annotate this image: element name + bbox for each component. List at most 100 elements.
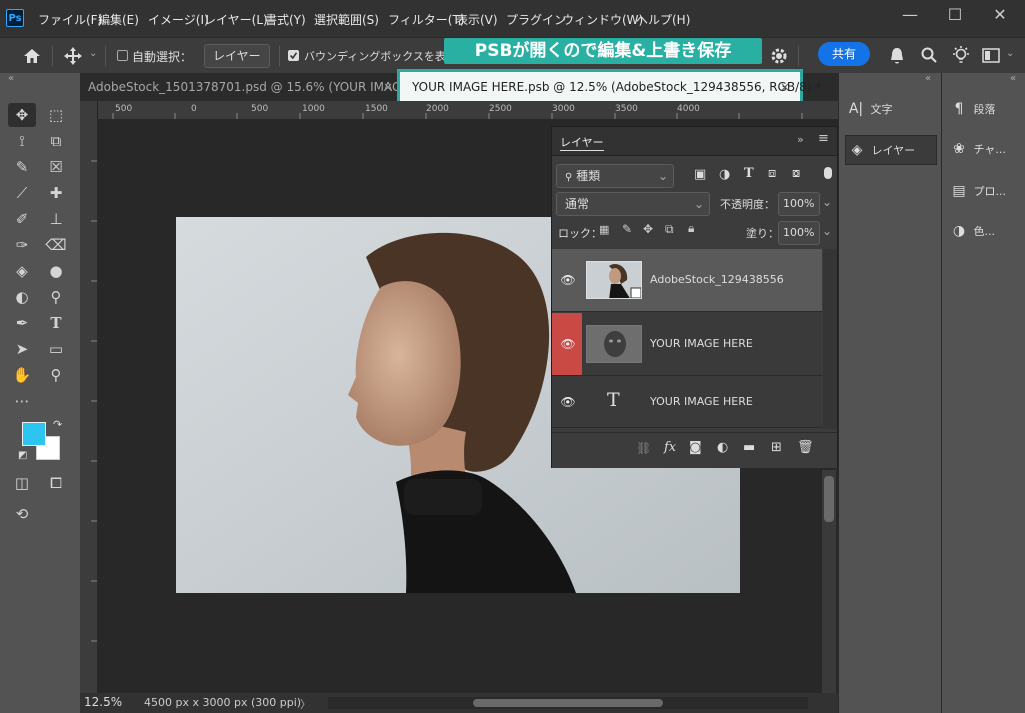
layer-row[interactable]: 👁︎ T YOUR IMAGE HERE <box>552 377 822 428</box>
link-layers-icon[interactable]: ⛓︎ <box>636 441 651 455</box>
home-icon[interactable] <box>22 47 42 65</box>
layer-row[interactable]: 👁︎ AdobeStock_129438556 <box>552 249 822 312</box>
layer-name[interactable]: YOUR IMAGE HERE <box>650 395 753 408</box>
layer-filter-dropdown[interactable]: ⚲ 種類 ⌄ <box>556 164 674 188</box>
menu-type[interactable]: 書式(Y) <box>265 11 306 28</box>
close-tab-icon[interactable]: × <box>383 73 393 101</box>
tab-layers[interactable]: レイヤー <box>560 134 604 151</box>
filter-type-icon[interactable]: T <box>744 166 754 181</box>
paint-bucket-icon[interactable]: ◈ <box>9 260 35 282</box>
zoom-lens-icon[interactable]: ⚲ <box>43 286 69 308</box>
trash-icon[interactable]: 🗑︎ <box>797 440 814 455</box>
visibility-eye-icon[interactable]: 👁︎ <box>560 272 576 288</box>
chevron-down-icon[interactable]: ⌄ <box>1006 48 1014 59</box>
panel-color[interactable]: ◑ 色... <box>948 217 995 245</box>
layer-name[interactable]: AdobeStock_129438556 <box>650 273 784 286</box>
chevron-down-icon[interactable]: ⌄ <box>89 48 97 59</box>
dodge-icon[interactable]: ◐ <box>9 286 35 308</box>
swap-colors-icon[interactable]: ↷ <box>53 418 62 431</box>
brush-icon[interactable]: ✐ <box>9 208 35 230</box>
menu-view[interactable]: 表示(V) <box>456 11 498 28</box>
workspace-switcher-icon[interactable] <box>982 48 1002 64</box>
healing-brush-icon[interactable]: ✚ <box>43 182 69 204</box>
gear-icon[interactable] <box>770 47 788 65</box>
history-brush-icon[interactable]: ✑ <box>9 234 35 256</box>
menu-edit[interactable]: 編集(E) <box>98 11 139 28</box>
more-tools-icon[interactable]: ⋯ <box>9 390 35 412</box>
quick-selection-icon[interactable]: ⧉ <box>43 130 69 152</box>
collapse-panel-icon[interactable]: » <box>797 133 804 146</box>
notification-bell-icon[interactable] <box>888 46 906 66</box>
filter-shape-icon[interactable]: ⧈ <box>768 166 776 181</box>
menu-plugins[interactable]: プラグイン <box>506 11 566 28</box>
adjustment-layer-icon[interactable]: ◐ <box>717 440 728 455</box>
bounding-box-checkbox[interactable] <box>288 50 299 61</box>
panel-paragraph[interactable]: ¶ 段落 <box>948 95 996 123</box>
status-menu-arrow[interactable]: 〉 <box>300 696 311 712</box>
lock-position-icon[interactable]: ✥ <box>643 222 653 236</box>
blur-icon[interactable]: ● <box>43 260 69 282</box>
menu-window[interactable]: ウィンドウ(W) <box>562 11 643 28</box>
pen-icon[interactable]: ✒ <box>9 312 35 334</box>
layer-name[interactable]: YOUR IMAGE HERE <box>650 337 753 350</box>
layers-scrollbar[interactable] <box>823 249 837 429</box>
move-tool-icon[interactable] <box>63 46 83 66</box>
menu-layer[interactable]: レイヤー(L) <box>204 11 268 28</box>
eraser-icon[interactable]: ⌫ <box>43 234 69 256</box>
opacity-input[interactable]: 100% <box>778 192 820 216</box>
close-tab-icon[interactable]: × <box>780 72 790 102</box>
lock-artboard-icon[interactable]: ⧉ <box>665 222 674 237</box>
rectangular-marquee-icon[interactable]: ⬚ <box>43 104 69 126</box>
fx-icon[interactable]: fx <box>664 440 676 455</box>
expand-panels-icon[interactable]: « <box>1010 73 1016 84</box>
tab-your-image-here-psb[interactable]: YOUR IMAGE HERE.psb @ 12.5% (AdobeStock_… <box>397 69 821 105</box>
panel-menu-icon[interactable]: ≡ <box>818 131 829 146</box>
lock-pixels-icon[interactable]: ✎ <box>622 222 632 236</box>
panel-character[interactable]: A| 文字 <box>845 95 937 123</box>
default-colors-icon[interactable]: ◩ <box>18 450 27 461</box>
add-mask-icon[interactable]: ◙ <box>689 440 702 455</box>
edit-toolbar-icon[interactable]: ⟲ <box>9 503 35 525</box>
close-icon[interactable]: ✕ <box>980 4 1020 26</box>
share-button[interactable]: 共有 <box>818 42 870 66</box>
menu-image[interactable]: イメージ(I) <box>148 11 209 28</box>
blend-mode-dropdown[interactable]: 通常 ⌄ <box>556 192 710 216</box>
clone-stamp-icon[interactable]: ⊥ <box>43 208 69 230</box>
collapse-panel-icon[interactable]: « <box>8 73 14 84</box>
panel-channels[interactable]: ❀ チャ... <box>948 135 1006 163</box>
vertical-scrollbar[interactable] <box>822 470 836 693</box>
filter-pixel-icon[interactable]: ▣ <box>694 167 706 182</box>
expand-panels-icon[interactable]: « <box>925 73 931 84</box>
menu-file[interactable]: ファイル(F) <box>38 11 102 28</box>
move-tool-icon[interactable]: ✥ <box>9 104 35 126</box>
path-selection-icon[interactable]: ➤ <box>9 338 35 360</box>
lasso-icon[interactable]: ✎ <box>9 156 35 178</box>
panel-properties[interactable]: ▤ プロ... <box>948 177 1006 205</box>
chevron-down-icon[interactable]: ⌄ <box>822 195 832 209</box>
visibility-eye-icon[interactable]: 👁︎ <box>560 394 576 410</box>
auto-select-checkbox[interactable] <box>117 50 128 61</box>
hand-icon[interactable]: ✋ <box>9 364 35 386</box>
lock-transparent-icon[interactable]: ▦ <box>599 223 609 236</box>
menu-select[interactable]: 選択範囲(S) <box>314 11 379 28</box>
rectangle-tool-icon[interactable]: ▭ <box>43 338 69 360</box>
frame-tool-icon[interactable]: ☒ <box>43 156 69 178</box>
tab-adobestock-psd[interactable]: AdobeStock_1501378701.psd @ 15.6% (YOUR … <box>88 73 413 101</box>
layer-row[interactable]: 👁︎ YOUR IMAGE HERE <box>552 313 822 376</box>
visibility-eye-icon[interactable]: 👁︎ <box>560 336 576 352</box>
search-icon[interactable] <box>920 46 938 66</box>
filter-adjustment-icon[interactable]: ◑ <box>719 167 730 182</box>
horizontal-scrollbar[interactable] <box>328 697 808 709</box>
eyedropper-icon[interactable]: ⟋ <box>9 182 35 204</box>
menu-filter[interactable]: フィルター(T) <box>388 11 464 28</box>
new-layer-icon[interactable]: ⊞ <box>771 440 782 455</box>
screen-mode-icon[interactable]: ⧠ <box>43 472 69 494</box>
panel-layers[interactable]: ◈ レイヤー <box>845 135 937 165</box>
filter-toggle[interactable] <box>824 167 832 179</box>
discover-lightbulb-icon[interactable] <box>951 45 971 67</box>
lock-all-icon[interactable]: 🔒︎ <box>688 221 694 236</box>
quick-mask-icon[interactable]: ◫ <box>9 472 35 494</box>
chevron-down-icon[interactable]: ⌄ <box>822 224 832 238</box>
fill-input[interactable]: 100% <box>778 221 820 245</box>
object-selection-icon[interactable]: ⟟ <box>9 130 35 152</box>
